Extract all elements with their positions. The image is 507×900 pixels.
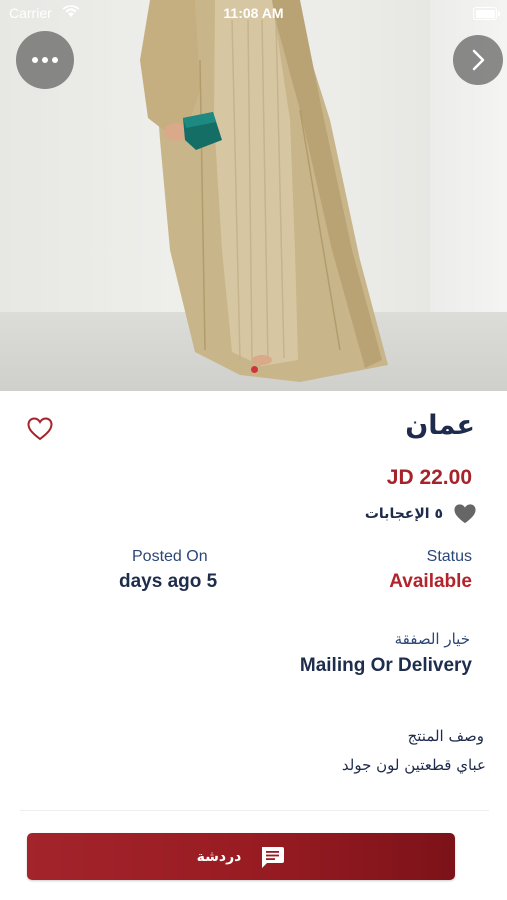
product-photo <box>140 0 388 382</box>
chat-button-label: دردشة <box>196 848 242 865</box>
chevron-right-icon <box>472 49 485 71</box>
likes-label: ٥ الإعجابات <box>364 506 443 522</box>
product-image-gallery[interactable]: Carrier 11:08 AM <box>0 0 507 391</box>
next-image-button[interactable] <box>453 35 503 85</box>
battery-icon <box>473 7 500 20</box>
divider <box>20 810 489 811</box>
listing-price: JD 22.00 <box>386 466 472 489</box>
chat-message-icon <box>262 846 285 868</box>
posted-on-label: Posted On <box>132 548 208 565</box>
clock-label: 11:08 AM <box>223 5 284 21</box>
deal-option-label: خيار الصفقة <box>394 630 470 648</box>
status-label: Status <box>426 548 472 565</box>
heart-outline-icon[interactable] <box>27 417 53 441</box>
more-horizontal-icon <box>32 57 58 63</box>
description-label: وصف المنتج <box>407 727 484 745</box>
page-indicator-dot <box>251 366 258 373</box>
posted-on-value: days ago 5 <box>119 571 218 592</box>
deal-option-value: Mailing Or Delivery <box>299 655 472 676</box>
chat-button[interactable]: دردشة <box>27 833 455 880</box>
status-bar: Carrier 11:08 AM <box>0 0 507 28</box>
listing-title: عمان <box>405 410 475 441</box>
description-value: عباي قطعتين لون جولد <box>341 756 486 774</box>
more-options-button[interactable] <box>16 31 74 89</box>
heart-filled-icon <box>454 504 476 524</box>
likes-count: ٥ الإعجابات <box>365 503 477 525</box>
status-value: Available <box>389 571 472 592</box>
